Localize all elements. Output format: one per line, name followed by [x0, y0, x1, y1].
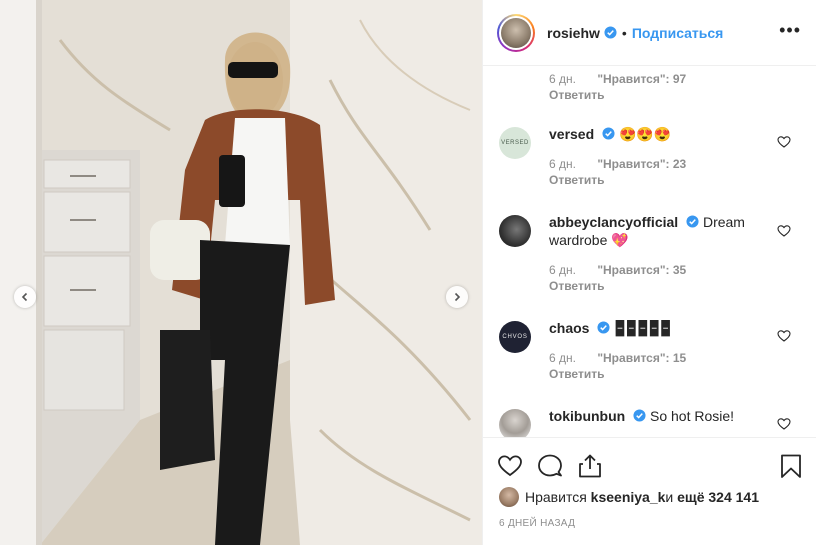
like-comment-heart-icon[interactable]: [777, 135, 791, 149]
comment-likes[interactable]: "Нравится": 23: [597, 157, 686, 171]
previous-photo-button[interactable]: [14, 286, 36, 308]
heart-icon[interactable]: [497, 453, 523, 479]
post-photo[interactable]: [0, 0, 482, 545]
instagram-post-view: rosiehw • Подписаться ••• 6 дн. "Нравитс…: [0, 0, 816, 545]
comment-meta: 6 дн. "Нравится": 35: [549, 262, 769, 278]
verified-badge-icon: [604, 26, 617, 39]
reply-button[interactable]: Ответить: [549, 366, 769, 382]
verified-badge-icon: [633, 409, 646, 422]
likes-prefix: Нравится: [525, 489, 587, 505]
comment-username[interactable]: versed: [549, 126, 594, 142]
likes-middle: и: [665, 489, 674, 505]
author-username[interactable]: rosiehw: [547, 25, 600, 41]
comment-text: So hot Rosie!: [649, 408, 735, 424]
comment-likes[interactable]: "Нравится": 35: [597, 263, 686, 277]
comment-username[interactable]: chaos: [549, 320, 589, 336]
verified-badge-icon: [602, 127, 615, 140]
chevron-left-icon: [21, 292, 28, 302]
comment-meta: 6 дн. "Нравится": 23: [549, 156, 769, 172]
comment-age: 6 дн.: [549, 157, 576, 171]
separator-dot: •: [621, 24, 627, 41]
more-options-button[interactable]: •••: [779, 21, 801, 39]
comment-meta: 6 дн. "Нравится": 15: [549, 350, 769, 366]
comment-icon[interactable]: [537, 453, 563, 479]
comment-text: 😍😍😍: [618, 126, 672, 142]
avatar-logo-text: VERSED: [501, 140, 529, 146]
comment-age: 6 дн.: [549, 263, 576, 277]
post-header: rosiehw • Подписаться •••: [483, 0, 816, 66]
like-comment-heart-icon[interactable]: [777, 417, 791, 431]
author-avatar[interactable]: [497, 13, 535, 52]
like-comment-heart-icon[interactable]: [777, 329, 791, 343]
post-side-panel: rosiehw • Подписаться ••• 6 дн. "Нравитс…: [482, 0, 816, 545]
comment-likes[interactable]: "Нравится": 15: [597, 351, 686, 365]
share-icon[interactable]: [577, 453, 603, 479]
comment-avatar[interactable]: VERSED: [499, 127, 531, 159]
reply-button[interactable]: Ответить: [549, 278, 769, 294]
bookmark-icon[interactable]: [778, 453, 804, 479]
likes-count[interactable]: ещё 324 141: [677, 489, 759, 505]
liker-avatar[interactable]: [499, 487, 519, 507]
comments-list: 6 дн. "Нравится": 97 Ответить VERSED ver…: [483, 67, 816, 437]
comment-avatar[interactable]: [499, 215, 531, 247]
reply-button[interactable]: Ответить: [549, 172, 769, 188]
comment-avatar[interactable]: CHVOS: [499, 321, 531, 353]
reply-button[interactable]: Ответить: [549, 87, 769, 103]
likes-summary: Нравится kseeniya_k и ещё 324 141: [499, 487, 759, 507]
like-comment-heart-icon[interactable]: [777, 224, 791, 238]
comment-likes[interactable]: "Нравится": 97: [597, 72, 686, 86]
comment-age: 6 дн.: [549, 351, 576, 365]
chevron-right-icon: [454, 292, 461, 302]
comment-avatar[interactable]: [499, 409, 531, 437]
post-timestamp[interactable]: 6 ДНЕЙ НАЗАД: [499, 518, 575, 529]
photo-scene: [0, 0, 482, 545]
follow-button[interactable]: Подписаться: [632, 25, 724, 41]
next-photo-button[interactable]: [446, 286, 468, 308]
comment-username[interactable]: abbeyclancyofficial: [549, 214, 678, 230]
comment-meta: 6 дн. "Нравится": 97: [549, 71, 769, 87]
comment-text: 🁢🁢🁢🁢🁢: [614, 320, 672, 336]
verified-badge-icon: [597, 321, 610, 334]
comment-age: 6 дн.: [549, 72, 576, 86]
liker-username[interactable]: kseeniya_k: [591, 489, 666, 505]
verified-badge-icon: [686, 215, 699, 228]
comment-username[interactable]: tokibunbun: [549, 408, 625, 424]
avatar-logo-text: CHVOS: [502, 334, 528, 340]
